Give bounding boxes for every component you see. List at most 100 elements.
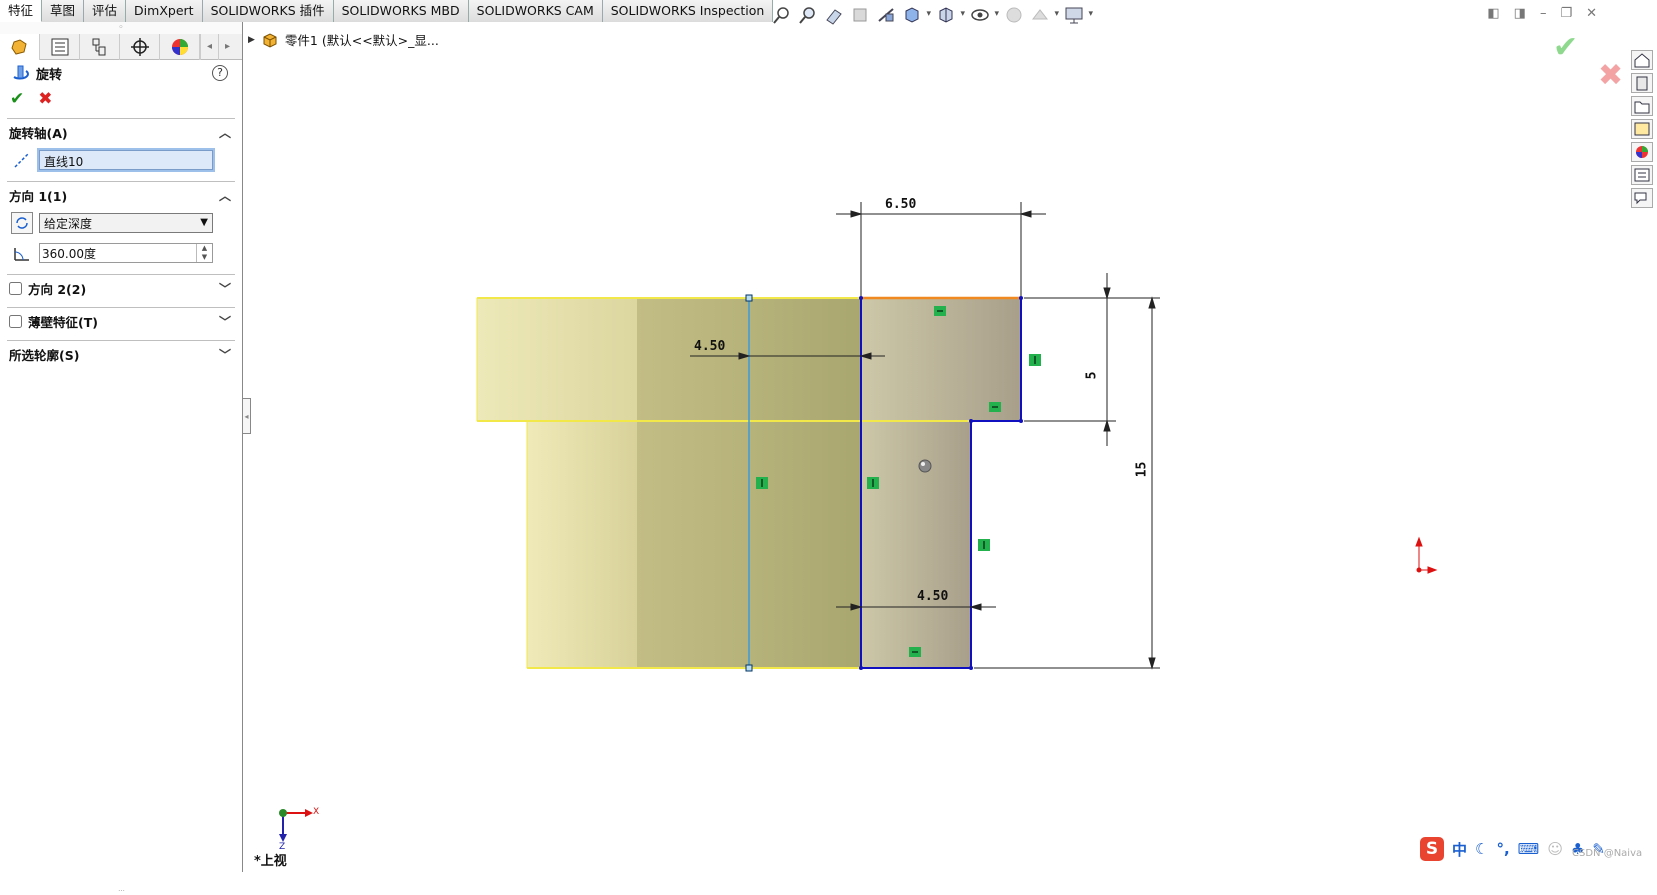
tab-inspection[interactable]: SOLIDWORKS Inspection — [602, 0, 774, 22]
property-manager: ◦ ◂ ▸ 旋转 ? ✔ ✖ 旋转轴(A) ︿ 直线10 方向 1(1) ︿ 给… — [0, 22, 243, 895]
feature-manager-tab[interactable] — [0, 34, 40, 60]
minimize-icon[interactable]: – — [1540, 6, 1547, 21]
tab-mbd[interactable]: SOLIDWORKS MBD — [333, 0, 469, 22]
split-left-icon[interactable]: ◧ — [1487, 6, 1499, 21]
thin-feature-checkbox[interactable] — [9, 314, 22, 328]
chevron-up-icon[interactable]: ︿ — [219, 187, 231, 204]
keyboard-icon[interactable]: ⌨ — [1518, 840, 1540, 858]
ime-punctuation[interactable]: °, — [1496, 840, 1509, 858]
thin-feature-section-header[interactable]: 薄壁特征(T) ﹀ — [7, 308, 235, 334]
selected-contours-header[interactable]: 所选轮廓(S) ﹀ — [7, 341, 235, 367]
triad-x-label: X — [313, 807, 320, 817]
tab-cam[interactable]: SOLIDWORKS CAM — [468, 0, 603, 22]
direction1-section: 方向 1(1) ︿ 给定深度 ▼ 360.00度 ▲ ▼ — [7, 181, 235, 268]
window-controls: ◧ ◨ – ❐ ✕ — [1487, 6, 1597, 21]
feature-manager-icon — [11, 39, 27, 55]
direction2-title: 方向 2(2) — [28, 281, 87, 297]
tab-features[interactable]: 特征 — [0, 0, 43, 22]
chevron-down-icon[interactable]: ﹀ — [219, 346, 231, 363]
view-orientation-icon[interactable] — [902, 5, 931, 25]
tab-scroll-left-icon[interactable]: ◂ — [200, 34, 218, 60]
part-name: 零件1 (默认<<默认>_显... — [284, 33, 439, 48]
dim-left-offset[interactable]: 4.50 — [694, 339, 725, 354]
dim-total-height[interactable]: 15 — [1134, 462, 1149, 478]
ime-chinese-mode[interactable]: 中 — [1452, 839, 1467, 860]
direction2-section-header[interactable]: 方向 2(2) ﹀ — [7, 275, 235, 301]
dynamic-annotation-icon[interactable] — [876, 5, 896, 25]
confirmation-corner-ok[interactable]: ✔ — [1553, 30, 1578, 65]
angle-row: 360.00度 ▲ ▼ — [7, 238, 235, 268]
panel-collapse-handle[interactable]: ◂ — [243, 398, 251, 434]
view-triad — [279, 809, 313, 842]
chevron-up-icon[interactable]: ︿ — [219, 124, 231, 141]
panel-tabs: ◂ ▸ — [0, 34, 242, 60]
axis-section-header[interactable]: 旋转轴(A) ︿ — [7, 119, 235, 145]
user-icon[interactable]: ☺ — [1547, 840, 1563, 858]
axis-selection-field[interactable]: 直线10 — [37, 148, 215, 172]
direction1-title: 方向 1(1) — [9, 188, 68, 204]
ime-logo[interactable]: S — [1420, 837, 1444, 861]
sketch-profile[interactable] — [745, 294, 1023, 672]
design-library-icon[interactable] — [1631, 73, 1653, 93]
previous-view-icon[interactable] — [824, 5, 844, 25]
apply-scene-icon[interactable] — [1030, 5, 1059, 25]
confirmation-corner-cancel[interactable]: ✖ — [1598, 58, 1623, 93]
reverse-direction-button[interactable] — [11, 212, 33, 234]
edit-appearance-icon[interactable] — [1004, 5, 1024, 25]
help-button[interactable]: ? — [212, 65, 228, 81]
display-style-icon[interactable] — [936, 5, 965, 25]
confirm-row: ✔ ✖ — [0, 86, 242, 112]
split-right-icon[interactable]: ◨ — [1514, 6, 1526, 21]
view-palette-icon[interactable] — [1631, 119, 1653, 139]
tab-sketch[interactable]: 草图 — [42, 0, 85, 22]
chevron-down-icon[interactable]: ﹀ — [219, 280, 231, 297]
direction2-checkbox[interactable] — [9, 281, 22, 295]
restore-icon[interactable]: ❐ — [1560, 6, 1572, 21]
task-pane-tabs — [1631, 50, 1655, 208]
end-condition-select[interactable]: 给定深度 ▼ — [39, 213, 213, 233]
direction1-section-header[interactable]: 方向 1(1) ︿ — [7, 182, 235, 208]
chevron-down-icon[interactable]: ﹀ — [219, 313, 231, 330]
panel-grip[interactable]: ◦ — [0, 22, 242, 34]
ok-button[interactable]: ✔ — [10, 89, 24, 109]
property-manager-tab[interactable] — [40, 34, 80, 60]
zoom-to-fit-icon[interactable] — [772, 5, 792, 25]
tab-dimxpert[interactable]: DimXpert — [126, 0, 203, 22]
direction2-section: 方向 2(2) ﹀ — [7, 274, 235, 301]
dim-step-height[interactable]: 5 — [1084, 372, 1099, 380]
angle-input[interactable]: 360.00度 ▲ ▼ — [39, 243, 213, 263]
zoom-area-icon[interactable] — [798, 5, 818, 25]
heads-up-view-toolbar — [772, 5, 1093, 25]
tab-evaluate[interactable]: 评估 — [84, 0, 127, 22]
custom-properties-icon[interactable] — [1631, 165, 1653, 185]
configuration-manager-tab[interactable] — [80, 34, 120, 60]
expand-arrow-icon[interactable]: ▶ — [248, 35, 255, 45]
feature-tree-flyout[interactable]: ▶ 零件1 (默认<<默认>_显... — [248, 30, 439, 49]
revolve-preview — [476, 297, 1021, 669]
tab-addins[interactable]: SOLIDWORKS 插件 — [202, 0, 334, 22]
moon-icon[interactable]: ☾ — [1475, 840, 1488, 858]
home-icon[interactable] — [1631, 50, 1653, 70]
display-manager-tab[interactable] — [160, 34, 200, 60]
section-view-icon[interactable] — [850, 5, 870, 25]
forum-icon[interactable] — [1631, 188, 1653, 208]
sketch-relations[interactable] — [756, 306, 1041, 657]
dimxpert-manager-tab[interactable] — [120, 34, 160, 60]
tab-scroll-right-icon[interactable]: ▸ — [218, 34, 236, 60]
view-settings-icon[interactable] — [1064, 5, 1093, 25]
view-orientation-label: *上视 — [254, 854, 287, 869]
cancel-button[interactable]: ✖ — [38, 89, 52, 109]
appearances-icon[interactable] — [1631, 142, 1653, 162]
file-explorer-icon[interactable] — [1631, 96, 1653, 116]
configuration-icon — [92, 38, 106, 56]
thin-feature-section: 薄壁特征(T) ﹀ — [7, 307, 235, 334]
hide-show-items-icon[interactable] — [970, 5, 999, 25]
end-condition-row: 给定深度 ▼ — [7, 208, 235, 238]
graphics-area[interactable] — [0, 0, 1657, 872]
appearance-sphere-icon — [172, 39, 188, 55]
close-icon[interactable]: ✕ — [1586, 6, 1597, 21]
dim-top-width[interactable]: 6.50 — [885, 197, 916, 212]
angle-spinner[interactable]: ▲ ▼ — [196, 244, 212, 262]
panel-bottom-grip[interactable]: ··· — [0, 888, 243, 895]
dim-bottom-width[interactable]: 4.50 — [917, 589, 948, 604]
